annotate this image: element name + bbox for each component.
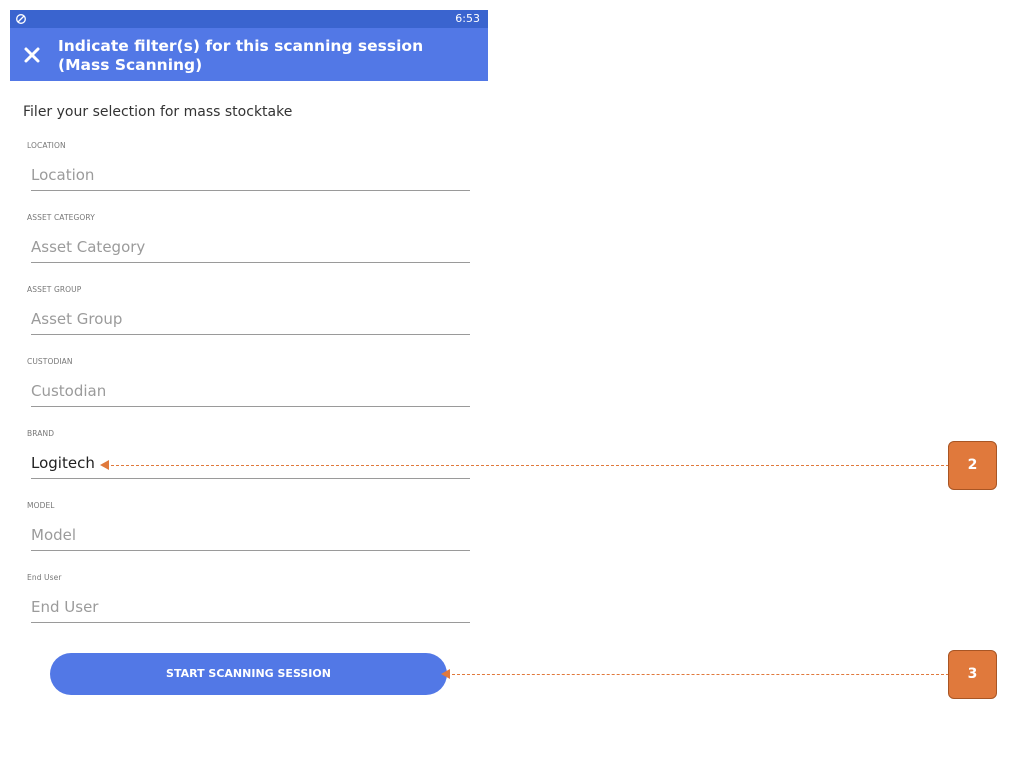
page-title: Indicate filter(s) for this scanning ses… [58,37,424,74]
sync-off-icon [16,14,26,24]
close-icon[interactable] [22,45,42,65]
end-user-label: End User [27,573,62,582]
location-field[interactable] [31,163,470,191]
asset-category-label: ASSET CATEGORY [27,213,95,222]
start-scanning-button[interactable]: START SCANNING SESSION [50,653,447,695]
brand-label: BRAND [27,429,55,438]
callout-3-arrow [441,669,450,679]
custodian-field[interactable] [31,379,470,407]
asset-category-field[interactable] [31,235,470,263]
status-time: 6:53 [455,12,480,25]
form-heading: Filer your selection for mass stocktake [23,104,293,120]
end-user-field[interactable] [31,595,470,623]
status-bar: 6:53 [10,10,488,28]
callout-2-line [111,465,949,466]
location-label: LOCATION [27,141,66,150]
model-label: MODEL [27,501,55,510]
model-field[interactable] [31,523,470,551]
callout-3-line [452,674,949,675]
asset-group-field[interactable] [31,307,470,335]
callout-2-arrow [100,460,109,470]
custodian-label: CUSTODIAN [27,357,73,366]
callout-2-badge: 2 [948,441,997,490]
app-bar: Indicate filter(s) for this scanning ses… [10,28,488,81]
asset-group-label: ASSET GROUP [27,285,82,294]
callout-3-badge: 3 [948,650,997,699]
